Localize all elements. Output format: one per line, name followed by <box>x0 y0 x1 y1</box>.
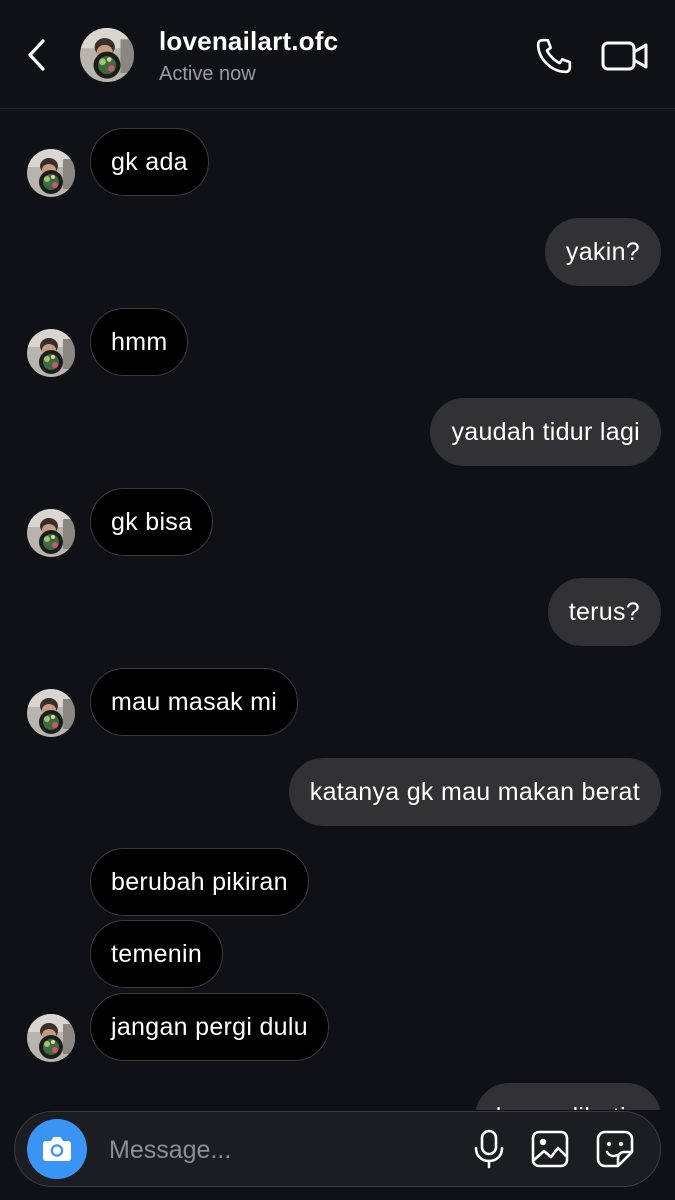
outgoing-message[interactable]: kapan lihatin <box>474 1083 661 1110</box>
camera-button[interactable] <box>27 1119 87 1179</box>
message-bubble: katanya gk mau makan berat <box>288 758 661 826</box>
camera-icon <box>43 1137 71 1161</box>
image-icon <box>531 1130 569 1168</box>
sticker-button[interactable] <box>595 1129 635 1169</box>
message-bubble: mau masak mi <box>90 668 299 736</box>
incoming-message[interactable]: jangan pergi dulu <box>90 993 329 1061</box>
message-bubble: yaudah tidur lagi <box>430 398 661 466</box>
incoming-message[interactable]: hmm <box>90 308 189 376</box>
message-bubble: jangan pergi dulu <box>90 993 329 1061</box>
incoming-message[interactable]: gk ada <box>90 128 209 196</box>
gallery-button[interactable] <box>530 1129 570 1169</box>
incoming-message[interactable]: gk bisa <box>90 488 214 556</box>
incoming-message[interactable]: temenin <box>90 920 224 988</box>
back-button[interactable] <box>22 36 52 74</box>
incoming-message[interactable]: mau masak mi <box>90 668 299 736</box>
video-call-button[interactable] <box>600 36 650 76</box>
active-status: Active now <box>159 63 256 85</box>
sender-avatar[interactable] <box>27 329 75 377</box>
sticker-icon <box>596 1130 634 1168</box>
microphone-icon <box>474 1129 504 1169</box>
chat-header: lovenailart.ofc Active now <box>0 0 675 109</box>
message-bubble: yakin? <box>544 218 661 286</box>
sender-avatar[interactable] <box>27 1014 75 1062</box>
voice-message-button[interactable] <box>471 1129 507 1169</box>
sender-avatar[interactable] <box>27 509 75 557</box>
sender-avatar[interactable] <box>27 149 75 197</box>
voice-call-button[interactable] <box>534 36 574 76</box>
chat-username[interactable]: lovenailart.ofc <box>159 26 338 57</box>
phone-icon <box>536 38 572 74</box>
message-thread[interactable]: gk ada yakin? hmm yaudah tidur lagi gk b… <box>0 110 675 1110</box>
chevron-left-icon <box>28 39 45 71</box>
outgoing-message[interactable]: yakin? <box>544 218 661 286</box>
message-bubble: gk ada <box>90 128 209 196</box>
incoming-message[interactable]: berubah pikiran <box>90 848 309 916</box>
video-camera-icon <box>601 41 648 71</box>
outgoing-message[interactable]: terus? <box>547 578 661 646</box>
message-composer <box>14 1111 661 1187</box>
message-bubble: kapan lihatin <box>474 1083 661 1110</box>
outgoing-message[interactable]: katanya gk mau makan berat <box>288 758 661 826</box>
message-bubble: berubah pikiran <box>90 848 309 916</box>
message-bubble: hmm <box>90 308 189 376</box>
sender-avatar[interactable] <box>27 689 75 737</box>
message-input[interactable] <box>107 1130 451 1170</box>
message-bubble: gk bisa <box>90 488 214 556</box>
outgoing-message[interactable]: yaudah tidur lagi <box>430 398 661 466</box>
message-bubble: terus? <box>547 578 661 646</box>
header-avatar[interactable] <box>80 28 134 82</box>
message-bubble: temenin <box>90 920 224 988</box>
